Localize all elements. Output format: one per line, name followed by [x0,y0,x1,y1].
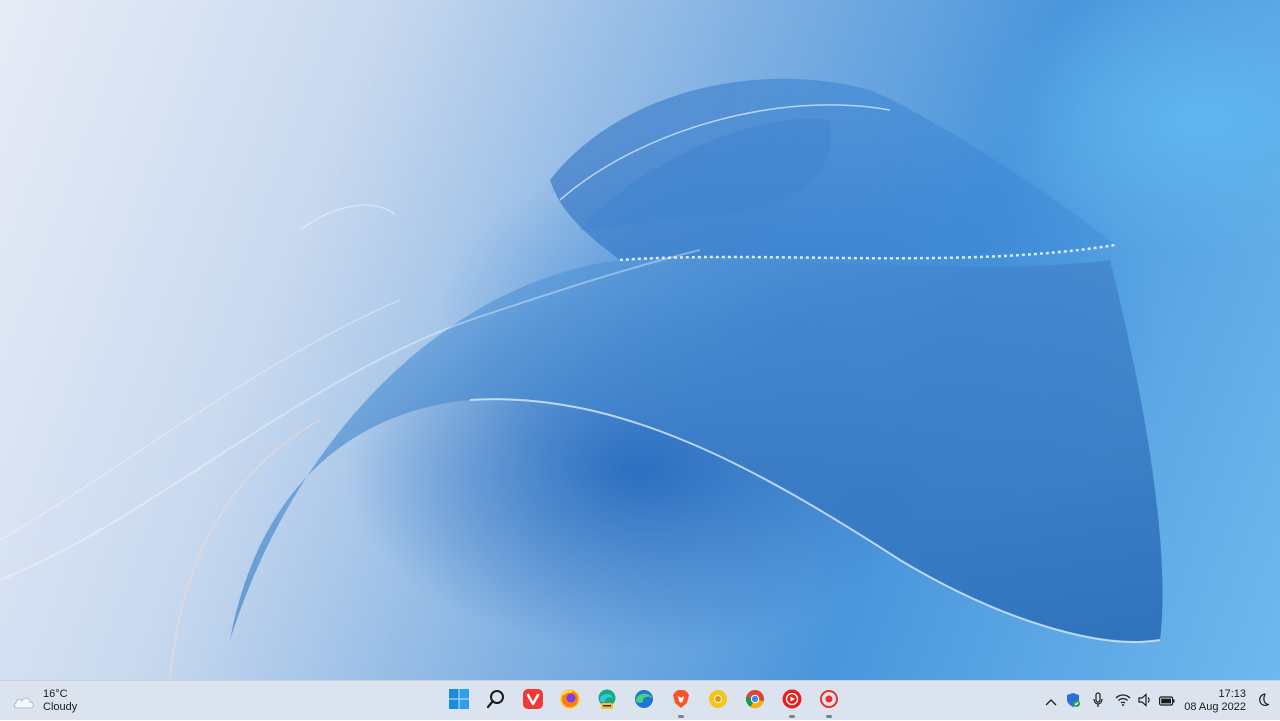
firefox-app[interactable] [552,683,588,719]
chrome-icon [745,689,765,714]
desktop-wallpaper [0,0,1280,680]
edge-canary-icon [597,689,617,714]
running-indicator [677,715,684,718]
brave-app[interactable] [663,683,699,719]
edge-app[interactable] [626,683,662,719]
youtube-music-app[interactable] [774,683,810,719]
microphone-button[interactable] [1084,686,1112,716]
show-hidden-icons-button[interactable] [1040,686,1062,716]
start-button[interactable] [441,683,477,719]
vivaldi-app[interactable] [515,683,551,719]
notification-center-button[interactable] [1252,686,1274,716]
chrome-app[interactable] [737,683,773,719]
record-icon [819,689,839,714]
volume-button[interactable] [1134,686,1156,716]
wallpaper-bloom-petals [0,78,1163,680]
running-indicator [825,715,832,718]
wifi-icon [1115,693,1131,709]
do-not-disturb-moon-icon [1256,692,1270,710]
battery-button[interactable] [1156,686,1178,716]
running-indicator [788,715,795,718]
weather-widget[interactable]: 16°C Cloudy [12,685,77,717]
taskbar-pinned-apps [440,681,847,721]
chrome-canary-icon [708,689,728,714]
vivaldi-icon [522,688,543,714]
firefox-icon [559,688,580,714]
security-shield-icon [1065,692,1081,711]
chevron-up-icon [1045,694,1057,709]
youtube-music-icon [782,689,802,714]
search-button[interactable] [478,683,514,719]
edge-icon [634,689,654,714]
weather-temperature: 16°C [43,688,68,700]
search-icon [486,689,506,714]
microphone-icon [1092,691,1104,711]
battery-icon [1159,694,1175,709]
volume-icon [1137,692,1153,710]
system-tray: 17:13 08 Aug 2022 [1040,681,1280,721]
weather-condition: Cloudy [43,701,78,713]
clock-date: 08 Aug 2022 [1184,701,1246,713]
cloud-icon [12,693,36,709]
network-button[interactable] [1112,686,1134,716]
windows-logo-icon [448,688,469,714]
brave-icon [671,689,691,714]
edge-canary-app[interactable] [589,683,625,719]
clock-date-button[interactable]: 17:13 08 Aug 2022 [1184,688,1246,714]
taskbar: 16°C Cloudy 17:13 08 Aug 2022 [0,680,1280,720]
screen-recorder-app[interactable] [811,683,847,719]
windows-security-button[interactable] [1062,686,1084,716]
chrome-canary-app[interactable] [700,683,736,719]
clock-time: 17:13 [1218,688,1246,700]
